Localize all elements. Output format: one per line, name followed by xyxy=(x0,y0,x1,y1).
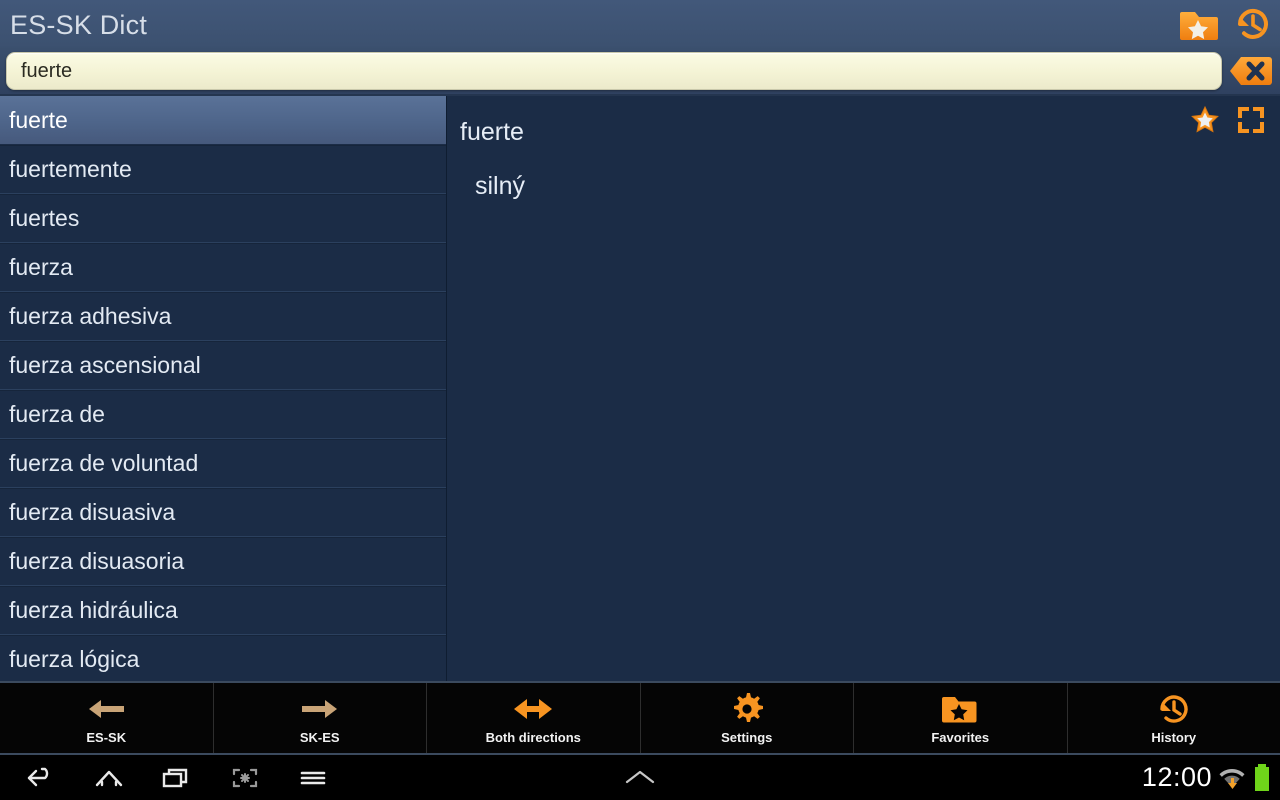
header-actions xyxy=(1178,4,1274,44)
list-item[interactable]: fuerza lógica xyxy=(0,635,446,681)
back-icon[interactable] xyxy=(24,764,58,792)
list-item-label: fuerza xyxy=(9,254,73,280)
list-item[interactable]: fuerza disuasiva xyxy=(0,488,446,537)
list-item[interactable]: fuertes xyxy=(0,194,446,243)
app-root: ES-SK Dict fuerte fuerte fuertemente fue… xyxy=(0,0,1280,800)
clear-search-button[interactable] xyxy=(1228,52,1274,95)
list-item[interactable]: fuerte xyxy=(0,96,446,145)
list-item-label: fuerza adhesiva xyxy=(9,303,172,329)
star-icon[interactable] xyxy=(1190,105,1220,135)
list-item[interactable]: fuerza xyxy=(0,243,446,292)
toolbar-item-sk-es[interactable]: SK-ES xyxy=(214,683,427,753)
word-list[interactable]: fuerte fuertemente fuertes fuerza fuerza adh… xyxy=(0,96,447,681)
toolbar-item-settings[interactable]: Settings xyxy=(641,683,854,753)
fullscreen-icon[interactable] xyxy=(1236,105,1266,135)
definition-actions xyxy=(1190,105,1266,135)
home-icon[interactable] xyxy=(92,764,126,792)
menu-icon[interactable] xyxy=(296,764,330,792)
favorites-icon[interactable] xyxy=(1178,4,1220,44)
definition-translation: silný xyxy=(475,172,526,200)
list-item-label: fuertemente xyxy=(9,156,132,182)
page-title: ES-SK Dict xyxy=(10,10,148,40)
toolbar-item-history[interactable]: History xyxy=(1068,683,1280,753)
folder-star-icon xyxy=(941,692,979,726)
list-item[interactable]: fuerza adhesiva xyxy=(0,292,446,341)
list-item-label: fuerza disuasiva xyxy=(9,499,176,525)
list-item-label: fuerza disuasoria xyxy=(9,548,185,574)
list-item-label: fuerza lógica xyxy=(9,646,140,672)
bottom-toolbar: ES-SK SK-ES Both directions Settings Favorit… xyxy=(0,681,1280,755)
arrow-both-icon xyxy=(510,692,556,726)
list-item-label: fuerza hidráulica xyxy=(9,597,178,623)
recents-icon[interactable] xyxy=(160,764,194,792)
list-item[interactable]: fuerza de voluntad xyxy=(0,439,446,488)
app-header: ES-SK Dict fuerte xyxy=(0,0,1280,96)
list-item[interactable]: fuerza ascensional xyxy=(0,341,446,390)
toolbar-item-label: History xyxy=(1151,729,1197,745)
history-clock-icon xyxy=(1155,692,1193,726)
search-input[interactable]: fuerte xyxy=(6,52,1222,90)
gear-icon xyxy=(729,692,765,726)
list-item-label: fuerza de xyxy=(9,401,105,427)
history-icon[interactable] xyxy=(1232,4,1274,44)
expand-icon[interactable] xyxy=(617,766,663,788)
toolbar-item-favorites[interactable]: Favorites xyxy=(854,683,1068,753)
wifi-icon xyxy=(1218,763,1246,793)
toolbar-item-label: Both directions xyxy=(485,729,581,745)
status-area: 12:00 xyxy=(1142,755,1272,800)
list-item-label: fuerte xyxy=(9,106,68,133)
definition-headword: fuerte xyxy=(460,118,524,146)
toolbar-item-es-sk[interactable]: ES-SK xyxy=(0,683,214,753)
status-clock: 12:00 xyxy=(1141,762,1212,792)
definition-pane: fuerte silný xyxy=(447,96,1280,681)
toolbar-item-label: ES-SK xyxy=(86,729,127,745)
toolbar-item-label: Favorites xyxy=(931,729,990,745)
list-item[interactable]: fuerza disuasoria xyxy=(0,537,446,586)
toolbar-item-both-directions[interactable]: Both directions xyxy=(427,683,641,753)
toolbar-item-label: SK-ES xyxy=(299,729,340,745)
arrow-left-icon xyxy=(83,692,129,726)
list-item[interactable]: fuerza de xyxy=(0,390,446,439)
main-content: fuerte fuertemente fuertes fuerza fuerza adh… xyxy=(0,96,1280,681)
list-item[interactable]: fuerza hidráulica xyxy=(0,586,446,635)
arrow-right-icon xyxy=(297,692,343,726)
screenshot-icon[interactable] xyxy=(228,764,262,792)
list-item-label: fuertes xyxy=(9,205,80,231)
list-item[interactable]: fuertemente xyxy=(0,145,446,194)
toolbar-item-label: Settings xyxy=(721,729,773,745)
android-navbar: 12:00 xyxy=(0,755,1280,800)
search-row: fuerte xyxy=(0,52,1280,92)
battery-icon xyxy=(1252,762,1272,794)
list-item-label: fuerza ascensional xyxy=(9,352,201,378)
list-item-label: fuerza de voluntad xyxy=(9,450,199,476)
